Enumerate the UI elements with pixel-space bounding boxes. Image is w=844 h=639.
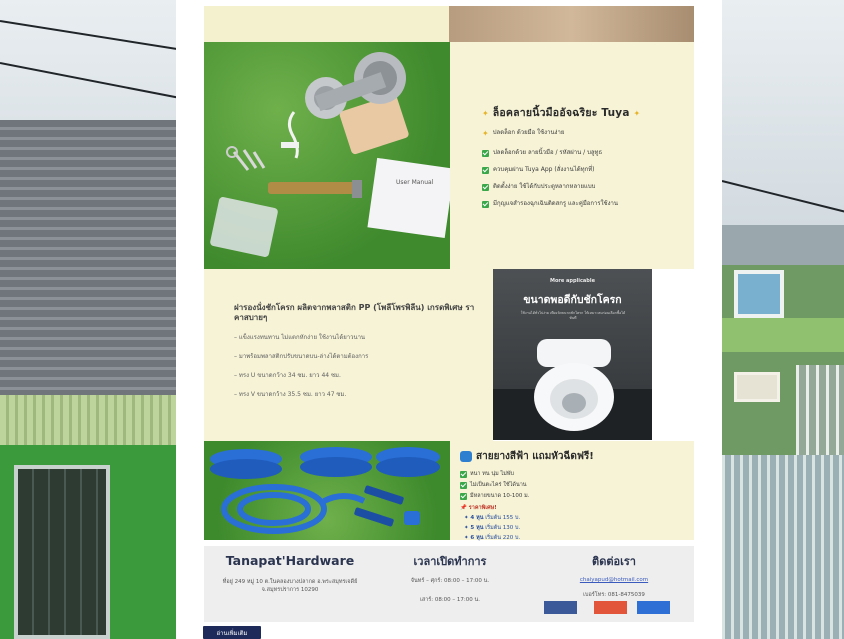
phone-number: เบอร์โทร: 081-8475039 bbox=[583, 592, 645, 598]
sparkle-icon: ✦ bbox=[482, 129, 489, 138]
content-sheet: User Manual ✦ ล็อคลายนิ้วมืออัจฉริยะ Tuy… bbox=[176, 0, 722, 639]
seat-panel-title: ฝารองนั่งชักโครก ผลิตจากพลาสติก PP (โพลี… bbox=[234, 303, 475, 322]
lock-feature-text: ควบคุมผ่าน Tuya App (สั่งงานได้ทุกที่) bbox=[493, 165, 595, 173]
left-building-eave bbox=[0, 395, 180, 445]
checkbox-icon bbox=[482, 166, 489, 174]
email-link[interactable]: chaiyapud@hotmail.com bbox=[534, 577, 694, 583]
checkbox-icon bbox=[482, 201, 489, 209]
brand-name: Tanapat'Hardware bbox=[225, 553, 355, 568]
hours-saturday: เสาร์: 08:00 – 17:00 น. bbox=[419, 597, 481, 603]
smart-lock-info-panel: ✦ ล็อคลายนิ้วมืออัจฉริยะ Tuya ✦ ✦ ปลดล็อ… bbox=[450, 42, 694, 269]
seat-feature: – แข็งแรงทนทาน ไม่แตกหักง่าย ใช้งานได้ยา… bbox=[234, 334, 366, 341]
price-heading: 📌 ราคาพิเศษ! bbox=[460, 504, 684, 512]
lock-feature-text: ปลดล็อก ด้วยมือ ใช้งานง่าย bbox=[492, 129, 565, 136]
price-text: เริ่มต้น 155 บ. bbox=[485, 515, 521, 521]
left-sliding-door bbox=[14, 465, 110, 639]
hose-illustration bbox=[210, 447, 440, 534]
water-wave-icon bbox=[460, 451, 472, 462]
checkbox-icon bbox=[482, 183, 489, 191]
sparkle-icon: ✦ bbox=[482, 109, 489, 118]
seat-feature: – ทรง U ขนาดกว้าง 34 ซม. ยาว 44 ซม. bbox=[234, 372, 341, 379]
lock-feature: ✦ ปลดล็อก ด้วยมือ ใช้งานง่าย bbox=[482, 129, 678, 140]
top-strip-cream bbox=[204, 6, 449, 42]
site-footer: Tanapat'Hardware ที่อยู่ 249 หมู่ 10 ต.ใ… bbox=[204, 546, 694, 622]
price-size: 4 หุน bbox=[470, 515, 484, 521]
lock-feature: ปลดล็อกด้วย ลายนิ้วมือ / รหัสผ่าน / บลูท… bbox=[482, 149, 678, 157]
price-heading-text: ราคาพิเศษ! bbox=[468, 505, 497, 511]
hose-feature: ไม่เป็นตะไคร่ ใช้ได้นาน bbox=[460, 481, 684, 489]
garden-hose-photo bbox=[204, 441, 450, 540]
instagram-button[interactable] bbox=[594, 601, 627, 614]
lock-feature: มีกุญแจสำรองฉุกเฉินติดสกรู และคู่มือการใ… bbox=[482, 200, 678, 209]
pin-icon: 📌 bbox=[460, 505, 467, 511]
top-strip bbox=[204, 6, 694, 42]
right-fence bbox=[722, 455, 844, 639]
lock-feature: ควบคุมผ่าน Tuya App (สั่งงานได้ทุกที่) bbox=[482, 166, 678, 174]
hose-feature-text: ไม่เป็นตะไคร่ ใช้ได้นาน bbox=[470, 482, 527, 488]
seat-feature: – มาพร้อมพลาสติกปรับขนาดบน-ล่างได้ตามต้อ… bbox=[234, 353, 369, 360]
facebook-button[interactable] bbox=[544, 601, 577, 614]
right-building-roof bbox=[722, 225, 844, 265]
toilet-seat-photo: More applicable ขนาดพอดีกับชักโครก ใช้งา… bbox=[493, 269, 652, 440]
read-more-button[interactable]: อ่านเพิ่มเติม bbox=[203, 626, 261, 639]
manual-label: User Manual bbox=[396, 179, 434, 186]
right-building-band bbox=[722, 318, 844, 352]
checkbox-icon bbox=[460, 471, 467, 478]
right-building-window bbox=[734, 372, 780, 402]
garden-hose-info-panel: สายยางสีฟ้า แถมหัวฉีดฟรี! หนา ทน นุ่ม ไม… bbox=[450, 441, 694, 541]
price-item: ✦ 5 หุน เริ่มต้น 130 บ. bbox=[464, 525, 521, 531]
hose-panel-title-text: สายยางสีฟ้า แถมหัวฉีดฟรี! bbox=[476, 451, 594, 462]
contact-title: ติดต่อเรา bbox=[592, 555, 636, 568]
lock-panel-title-text: ล็อคลายนิ้วมืออัจฉริยะ Tuya bbox=[492, 107, 630, 119]
right-building-grille bbox=[796, 365, 844, 455]
checkbox-icon bbox=[460, 493, 467, 500]
smart-lock-photo: User Manual bbox=[204, 42, 450, 269]
seat-feature: – ทรง V ขนาดกว้าง 35.5 ซม. ยาว 47 ซม. bbox=[234, 391, 347, 398]
smart-lock-illustration: User Manual bbox=[210, 52, 450, 257]
hose-feature: มีหลายขนาด 10-100 ม. bbox=[460, 492, 684, 500]
hose-panel-title: สายยางสีฟ้า แถมหัวฉีดฟรี! bbox=[460, 449, 684, 464]
checkbox-icon bbox=[482, 149, 489, 157]
hose-feature-text: หนา ทน นุ่ม ไม่พับ bbox=[470, 471, 514, 477]
line-button[interactable] bbox=[637, 601, 670, 614]
price-text: เริ่มต้น 130 บ. bbox=[485, 525, 521, 531]
lock-panel-title: ✦ ล็อคลายนิ้วมืออัจฉริยะ Tuya ✦ bbox=[482, 104, 678, 121]
hose-feature-text: มีหลายขนาด 10-100 ม. bbox=[470, 493, 530, 499]
hours-title: เวลาเปิดทำการ bbox=[413, 555, 487, 568]
price-size: 5 หุน bbox=[470, 525, 484, 531]
hours-weekday: จันทร์ – ศุกร์: 08:00 – 17:00 น. bbox=[410, 578, 490, 584]
lock-feature-text: มีกุญแจสำรองฉุกเฉินติดสกรู และคู่มือการใ… bbox=[493, 200, 619, 208]
spacer bbox=[652, 269, 694, 440]
top-strip-photo bbox=[449, 6, 694, 42]
checkbox-icon bbox=[460, 482, 467, 489]
footer-hours-column: เวลาเปิดทำการ จันทร์ – ศุกร์: 08:00 – 17… bbox=[380, 546, 520, 622]
hose-feature: หนา ทน นุ่ม ไม่พับ bbox=[460, 470, 684, 478]
lock-feature-text: ติดตั้งง่าย ใช้ได้กับประตูหลากหลายแบบ bbox=[493, 182, 596, 190]
address: ที่อยู่ 249 หมู่ 10 ต.ในคลองบางปลากด อ.พ… bbox=[222, 579, 358, 594]
sparkle-icon: ✦ bbox=[633, 109, 641, 118]
right-building-window bbox=[734, 270, 784, 318]
toilet-seat-info-panel: ฝารองนั่งชักโครก ผลิตจากพลาสติก PP (โพลี… bbox=[204, 269, 493, 441]
footer-brand-column: Tanapat'Hardware ที่อยู่ 249 หมู่ 10 ต.ใ… bbox=[210, 546, 370, 622]
toilet-illustration bbox=[493, 339, 652, 440]
price-item: ✦ 6 หุน เริ่มต้น 220 บ. bbox=[464, 535, 521, 541]
price-size: 6 หุน bbox=[470, 535, 484, 541]
price-item: ✦ 4 หุน เริ่มต้น 155 บ. bbox=[464, 515, 521, 521]
price-text: เริ่มต้น 220 บ. bbox=[485, 535, 521, 541]
lock-feature-text: ปลดล็อกด้วย ลายนิ้วมือ / รหัสผ่าน / บลูท… bbox=[493, 148, 603, 156]
lock-feature: ติดตั้งง่าย ใช้ได้กับประตูหลากหลายแบบ bbox=[482, 183, 678, 191]
